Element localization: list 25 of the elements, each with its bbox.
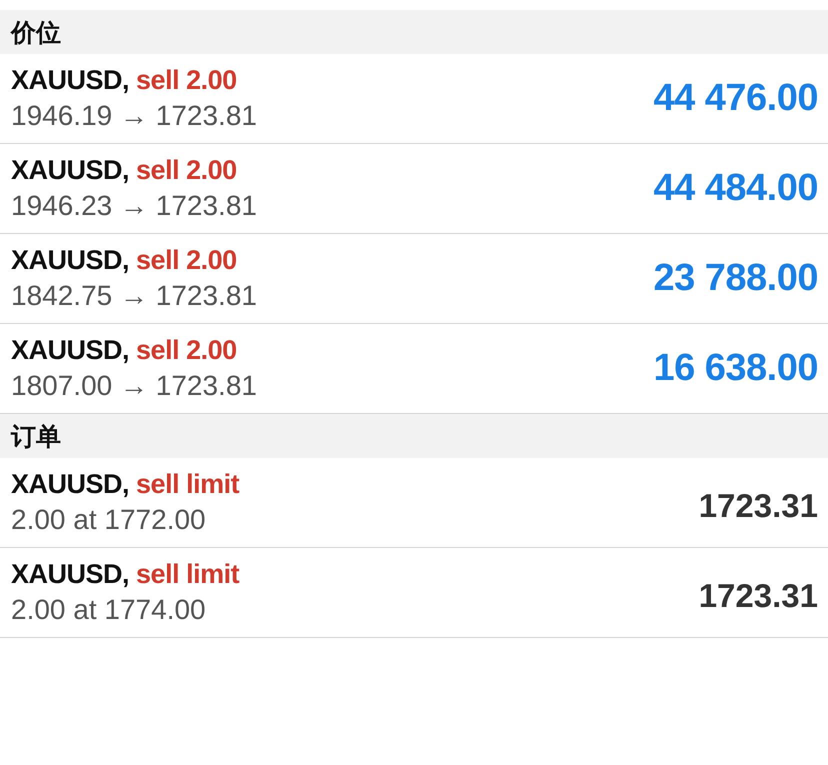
section-title: 价位 — [11, 16, 61, 48]
trade-detail: 1946.19 → 1723.81 — [11, 100, 257, 132]
trade-detail: 2.00 at 1772.00 — [11, 504, 207, 536]
profit-value: 23 788.00 — [653, 257, 818, 300]
trade-title: XAUUSD, sell limit — [11, 559, 240, 590]
list-item[interactable]: XAUUSD, sell 2.00 1842.75 → 1723.81 23 788.00 — [0, 234, 828, 324]
list-item[interactable]: XAUUSD, sell limit 2.00 at 1772.00 1723.31 — [0, 458, 828, 548]
profit-value: 44 484.00 — [653, 167, 818, 210]
trade-detail: 1842.75 → 1723.81 — [11, 280, 257, 312]
profit-value: 16 638.00 — [653, 347, 818, 390]
list-item[interactable]: XAUUSD, sell limit 2.00 at 1774.00 1723.31 — [0, 548, 828, 638]
profit-value: 44 476.00 — [653, 77, 818, 120]
trade-title: XAUUSD, sell 2.00 — [11, 335, 238, 366]
trade-detail: 1946.23 → 1723.81 — [11, 190, 257, 222]
price-value: 1723.31 — [698, 576, 818, 614]
trade-detail: 2.00 at 1774.00 — [11, 594, 207, 626]
trade-title: XAUUSD, sell 2.00 — [11, 245, 238, 276]
trade-title: XAUUSD, sell 2.00 — [11, 65, 238, 96]
list-item[interactable]: XAUUSD, sell 2.00 1946.23 → 1723.81 44 484.00 — [0, 144, 828, 234]
trade-detail: 1807.00 → 1723.81 — [11, 370, 257, 402]
section-title: 订单 — [11, 420, 61, 452]
trade-title: XAUUSD, sell limit — [11, 469, 240, 500]
trade-title: XAUUSD, sell 2.00 — [11, 155, 238, 186]
price-value: 1723.31 — [698, 486, 818, 524]
list-item[interactable]: XAUUSD, sell 2.00 1946.19 → 1723.81 44 476.00 — [0, 54, 828, 144]
